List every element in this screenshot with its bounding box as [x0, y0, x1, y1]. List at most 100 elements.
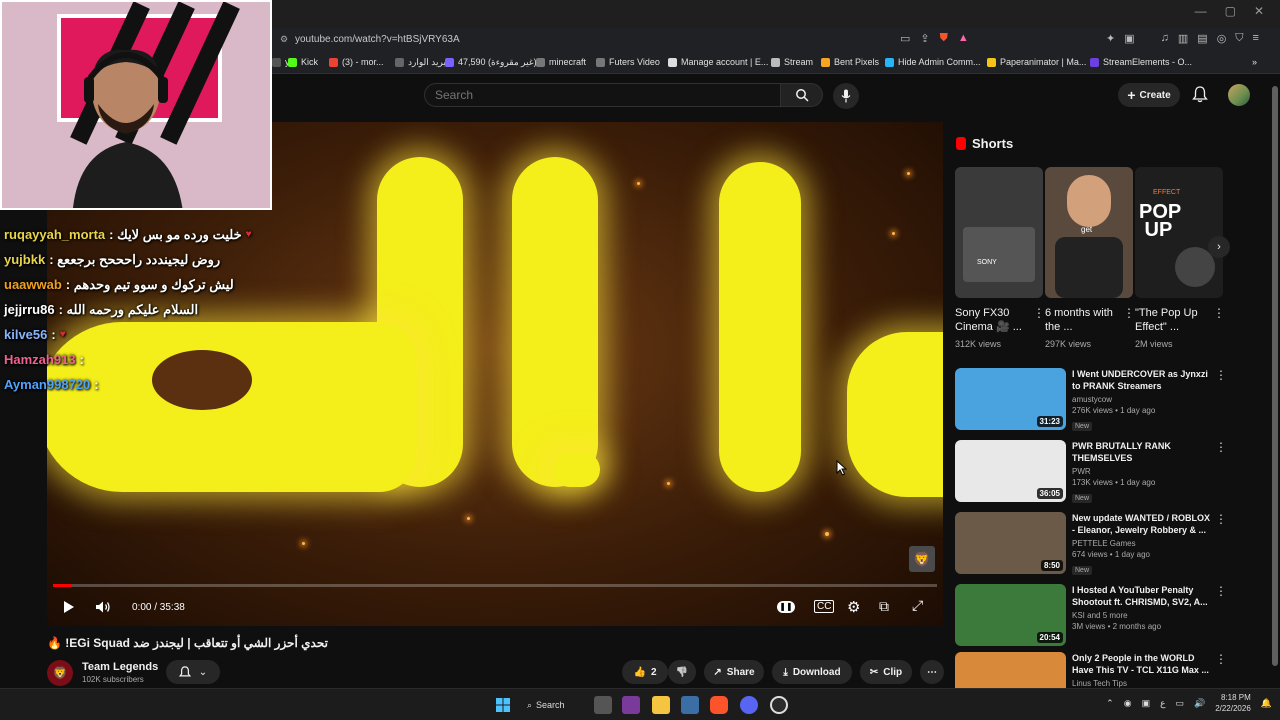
sidebar-icon[interactable]: ▥ [1178, 32, 1188, 45]
volume-icon[interactable] [95, 600, 111, 614]
tab-manager-icon[interactable]: ▣ [1124, 32, 1134, 45]
bookmark-item[interactable]: Kick [288, 57, 318, 67]
bookmark-item[interactable]: Paperanimator | Ma... [987, 57, 1086, 67]
channel-watermark[interactable]: 🦁 [909, 546, 935, 572]
url-field[interactable]: youtube.com/watch?v=htBSjVRY63A [295, 34, 460, 45]
video-title-link[interactable]: I Hosted A YouTuber Penalty Shootout ft.… [1072, 584, 1214, 608]
tray-app-icon[interactable]: ▣ [1142, 698, 1151, 709]
clip-button[interactable]: ✂ Clip [860, 660, 912, 684]
chevron-up-icon[interactable]: ⌃ [1106, 698, 1114, 709]
task-view-icon[interactable] [594, 696, 612, 714]
progress-bar[interactable] [53, 584, 937, 587]
more-options-icon[interactable]: ⋮ [1215, 440, 1227, 454]
cast-icon[interactable]: ▭ [900, 32, 910, 45]
recommended-video[interactable]: 36:05 PWR BRUTALLY RANK THEMSELVES PWR 173K… [955, 440, 1267, 504]
video-title-link[interactable]: Only 2 People in the WORLD Have This TV … [1072, 652, 1214, 676]
video-thumbnail[interactable]: 31:23 [955, 368, 1066, 430]
create-button[interactable]: + Create [1118, 83, 1180, 107]
channel-avatar[interactable]: 🦁 [47, 660, 73, 686]
dislike-button[interactable]: 👎 [668, 660, 696, 684]
subscribed-button[interactable]: ⌄ [166, 660, 220, 684]
obs-icon[interactable] [770, 696, 788, 714]
channel-name[interactable]: Team Legends [82, 661, 158, 673]
more-options-icon[interactable]: ⋮ [1215, 512, 1227, 526]
maximize-icon[interactable]: ▢ [1225, 4, 1236, 18]
account-avatar[interactable] [1228, 84, 1250, 106]
clock[interactable]: 8:18 PM 2/22/2026 [1215, 692, 1251, 714]
video-thumbnail[interactable]: 20:54 [955, 584, 1066, 646]
bookmark-item[interactable]: البريد الوارد [395, 57, 451, 68]
short-thumbnail[interactable]: SONY [955, 167, 1043, 298]
steam-icon[interactable]: ◉ [1124, 698, 1132, 709]
bookmark-item[interactable]: Futers Video [596, 57, 660, 67]
search-input[interactable] [425, 84, 780, 106]
bookmark-item[interactable]: minecraft [536, 57, 586, 67]
bookmark-item[interactable]: غير مقروءة) 47,590)... [445, 57, 544, 68]
short-thumbnail[interactable]: EFFECT POP UP [1135, 167, 1223, 298]
video-title-link[interactable]: I Went UNDERCOVER as Jynxzi to PRANK Str… [1072, 368, 1214, 392]
like-button[interactable]: 👍 2 [622, 660, 668, 684]
bookmark-item[interactable]: Bent Pixels [821, 57, 879, 67]
more-options-icon[interactable]: ⋮ [1215, 584, 1227, 598]
discord-icon[interactable] [740, 696, 758, 714]
channel-link[interactable]: PWR [1072, 467, 1214, 476]
start-icon[interactable] [494, 696, 512, 714]
taskbar-search[interactable]: ⌕ Search [527, 694, 579, 716]
video-thumbnail[interactable]: 8:50 [955, 512, 1066, 574]
share-icon[interactable]: ⇪ [920, 32, 929, 45]
extension-icon[interactable]: ✦ [1106, 32, 1115, 45]
bookmark-item[interactable]: y [272, 57, 290, 67]
short-thumbnail[interactable]: get [1045, 167, 1133, 298]
more-options-icon[interactable]: ⋮ [1213, 306, 1225, 320]
more-options-icon[interactable]: ⋮ [1215, 652, 1227, 666]
video-title-link[interactable]: PWR BRUTALLY RANK THEMSELVES [1072, 440, 1214, 464]
wallet-icon[interactable]: ▤ [1197, 32, 1207, 45]
recommended-video[interactable]: 8:50 New update WANTED / ROBLOX - Eleanor… [955, 512, 1267, 576]
short-card[interactable]: EFFECT POP UP "The Pop Up Effect" ... 2M vi… [1135, 167, 1225, 349]
download-button[interactable]: ⤓ Download [772, 660, 852, 684]
settings-icon[interactable]: ⚙ [847, 598, 860, 616]
bookmark-item[interactable]: StreamElements - O... [1090, 57, 1192, 67]
more-options-icon[interactable]: ⋮ [1123, 306, 1135, 320]
more-options-icon[interactable]: ⋮ [1215, 368, 1227, 382]
bookmark-item[interactable]: Stream [771, 57, 813, 67]
close-icon[interactable]: ✕ [1254, 4, 1264, 18]
short-title[interactable]: 6 months with the ... [1045, 306, 1125, 336]
brave-browser-icon[interactable] [710, 696, 728, 714]
channel-link[interactable]: KSI and 5 more [1072, 611, 1214, 620]
video-title-link[interactable]: New update WANTED / ROBLOX - Eleanor, Je… [1072, 512, 1214, 536]
page-scrollbar[interactable] [1270, 74, 1280, 688]
recommended-video[interactable]: 31:23 I Went UNDERCOVER as Jynxzi to PRAN… [955, 368, 1267, 432]
short-card[interactable]: SONY Sony FX30 Cinema 🎥 ... 312K views ⋮ [955, 167, 1045, 349]
store-icon[interactable] [681, 696, 699, 714]
captions-icon[interactable]: CC [814, 600, 835, 613]
vpn-icon[interactable]: ⛉ [1235, 32, 1243, 45]
autoplay-toggle[interactable]: ❚❚ [777, 601, 795, 613]
bookmarks-overflow-icon[interactable]: » [1252, 57, 1257, 67]
brave-shield-icon[interactable]: ⛊ [940, 32, 948, 45]
miniplayer-icon[interactable]: ⧉ [879, 598, 889, 615]
menu-icon[interactable]: ≡ [1253, 32, 1259, 45]
site-info-icon[interactable]: ⚙ [280, 34, 288, 45]
channel-link[interactable]: amustycow [1072, 395, 1214, 404]
notifications-button[interactable] [1192, 86, 1208, 108]
snipping-tool-icon[interactable] [622, 696, 640, 714]
voice-search-button[interactable] [833, 83, 859, 109]
short-title[interactable]: "The Pop Up Effect" ... [1135, 306, 1215, 336]
bookmark-item[interactable]: Manage account | E... [668, 57, 768, 67]
shorts-next-button[interactable]: › [1208, 236, 1230, 258]
language-indicator[interactable]: ع [1160, 698, 1165, 709]
fullscreen-icon[interactable]: ⤢ [912, 597, 923, 614]
leo-icon[interactable]: ◎ [1217, 32, 1227, 45]
media-icon[interactable]: ♫ [1161, 32, 1169, 45]
short-title[interactable]: Sony FX30 Cinema 🎥 ... [955, 306, 1035, 336]
file-explorer-icon[interactable] [652, 696, 670, 714]
brave-rewards-icon[interactable]: ▲ [958, 32, 969, 45]
bookmark-item[interactable]: Hide Admin Comm... [885, 57, 981, 67]
channel-link[interactable]: Linus Tech Tips [1072, 679, 1214, 688]
more-actions-button[interactable]: ⋯ [920, 660, 944, 684]
network-icon[interactable]: ▭ [1175, 698, 1184, 709]
notification-icon[interactable]: 🔔 [1261, 698, 1272, 709]
minimize-icon[interactable]: — [1195, 4, 1207, 18]
video-thumbnail[interactable]: 36:05 [955, 440, 1066, 502]
